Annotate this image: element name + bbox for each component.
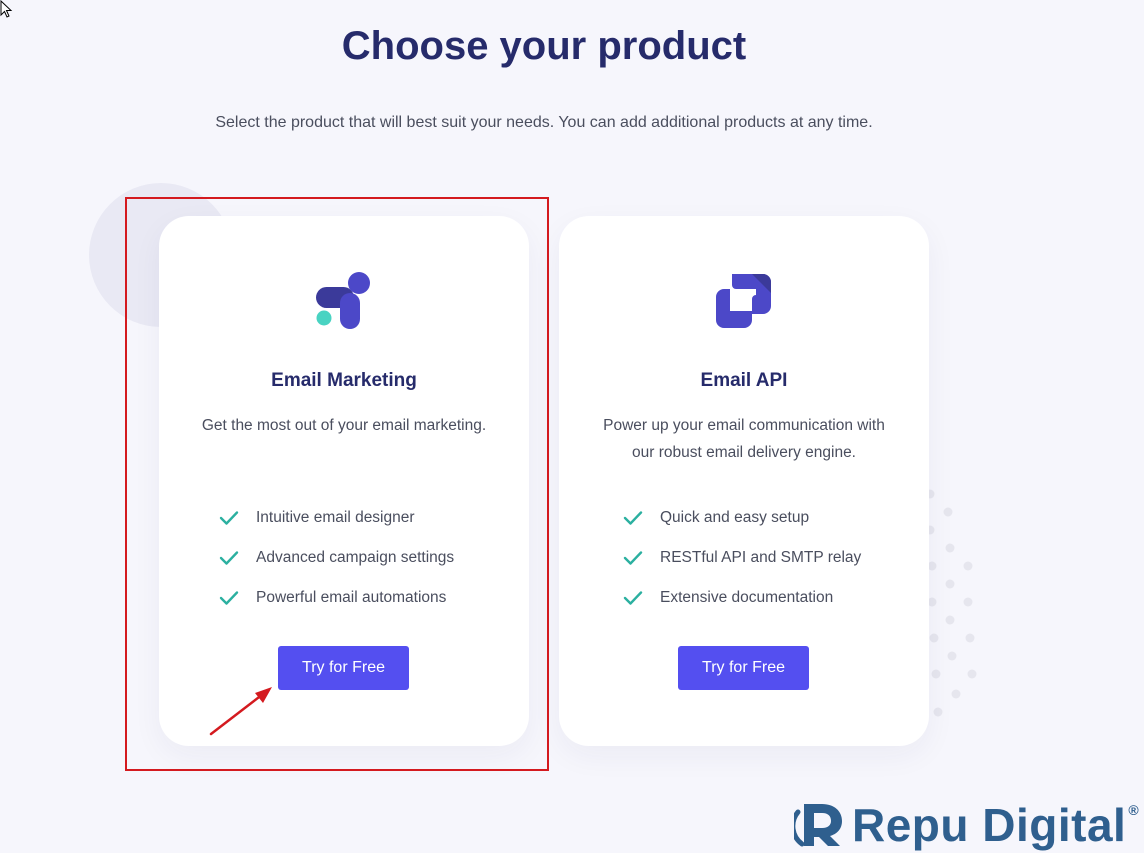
feature-label: RESTful API and SMTP relay [660,549,862,566]
feature-label: Advanced campaign settings [256,549,455,566]
repu-digital-watermark: Repu Digital ® [794,798,1139,852]
check-icon [219,551,239,565]
check-icon [219,511,239,525]
feature-item: Intuitive email designer [219,498,454,538]
try-for-free-button-email-api[interactable]: Try for Free [678,646,809,690]
feature-item: Extensive documentation [623,578,861,618]
feature-label: Powerful email automations [256,589,447,606]
product-name: Email API [700,370,788,391]
feature-item: Powerful email automations [219,578,454,618]
feature-list: Quick and easy setup RESTful API and SMT… [623,498,861,618]
registered-mark: ® [1128,802,1139,818]
choose-product-page: Choose your product Select the product t… [0,0,1144,853]
decorative-dots-pattern [925,489,977,717]
product-card-email-marketing[interactable]: Email Marketing Get the most out of your… [159,216,529,746]
feature-label: Intuitive email designer [256,509,415,526]
feature-label: Extensive documentation [660,589,834,606]
check-icon [623,511,643,525]
repu-digital-logo-icon [794,804,842,847]
email-api-logo-icon [716,274,771,328]
page-subtitle: Select the product that will best suit y… [215,114,873,131]
email-marketing-logo-icon [316,272,370,329]
mouse-cursor-icon [0,0,13,18]
product-name: Email Marketing [271,370,417,391]
try-for-free-button-email-marketing[interactable]: Try for Free [278,646,409,690]
check-icon [623,591,643,605]
watermark-text: Repu Digital [852,799,1127,851]
product-description: Power up your email communication with o… [603,417,885,461]
page-title: Choose your product [341,24,747,68]
product-description: Get the most out of your email marketing… [201,417,487,434]
feature-label: Quick and easy setup [660,509,810,526]
feature-item: Quick and easy setup [623,498,861,538]
product-card-email-api[interactable]: Email API Power up your email communicat… [559,216,929,746]
check-icon [219,591,239,605]
feature-item: RESTful API and SMTP relay [623,538,861,578]
feature-item: Advanced campaign settings [219,538,454,578]
check-icon [623,551,643,565]
feature-list: Intuitive email designer Advanced campai… [219,498,454,618]
annotation-arrow-icon [209,687,272,736]
